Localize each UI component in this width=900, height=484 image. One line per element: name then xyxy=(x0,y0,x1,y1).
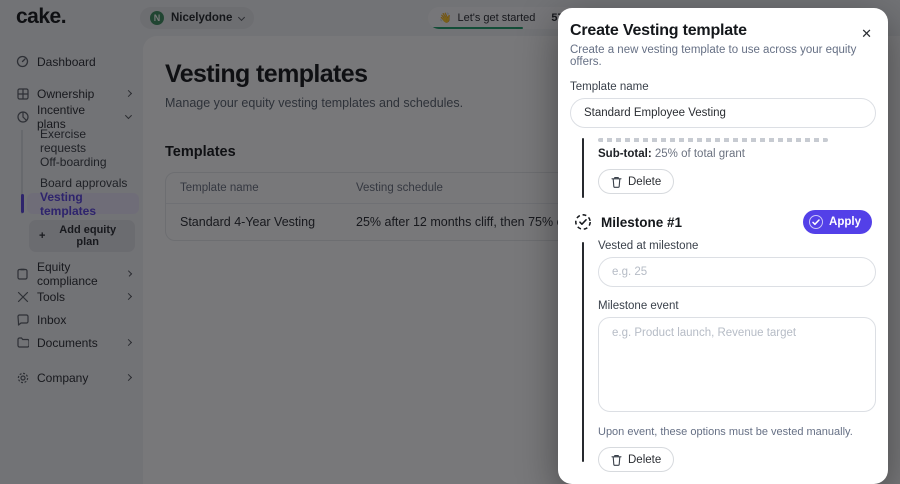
previous-schedule-block: Sub-total: 25% of total grant Delete xyxy=(570,138,876,194)
template-name-label: Template name xyxy=(570,81,876,93)
subtotal-text: Sub-total: 25% of total grant xyxy=(598,148,876,160)
milestone-event-label: Milestone event xyxy=(598,300,876,312)
delete-milestone-button[interactable]: Delete xyxy=(598,447,674,472)
close-icon[interactable]: ✕ xyxy=(861,26,872,42)
subtotal-label: Sub-total: xyxy=(598,148,652,160)
trash-icon xyxy=(611,176,622,188)
delete-button-label: Delete xyxy=(628,454,661,466)
delete-button-label: Delete xyxy=(628,176,661,188)
milestone-event-textarea[interactable] xyxy=(598,317,876,412)
trash-icon xyxy=(611,454,622,466)
modal-title: Create Vesting template xyxy=(570,22,876,40)
milestone-title: Milestone #1 xyxy=(601,215,803,230)
apply-button-label: Apply xyxy=(829,216,861,228)
timeline-line xyxy=(582,242,584,462)
milestone-note: Upon event, these options must be vested… xyxy=(598,426,876,438)
milestone-header: Milestone #1 Apply xyxy=(570,210,876,234)
app-root: cake. N Nicelydone 👋 Let's get started 5… xyxy=(0,0,900,484)
vested-at-milestone-label: Vested at milestone xyxy=(598,240,876,252)
timeline-line xyxy=(582,138,584,198)
apply-button[interactable]: Apply xyxy=(803,210,872,234)
check-icon xyxy=(809,215,823,229)
template-name-input[interactable] xyxy=(570,98,876,128)
delete-schedule-button[interactable]: Delete xyxy=(598,169,674,194)
vested-at-milestone-input[interactable] xyxy=(598,257,876,287)
create-vesting-template-modal: Create Vesting template Create a new ves… xyxy=(558,8,888,484)
milestone-check-icon xyxy=(574,213,592,231)
milestone-body-block: Vested at milestone Milestone event Upon… xyxy=(570,240,876,472)
clipped-text-remnant xyxy=(598,138,828,142)
modal-subtitle: Create a new vesting template to use acr… xyxy=(570,44,876,68)
subtotal-value: 25% of total grant xyxy=(655,148,745,160)
